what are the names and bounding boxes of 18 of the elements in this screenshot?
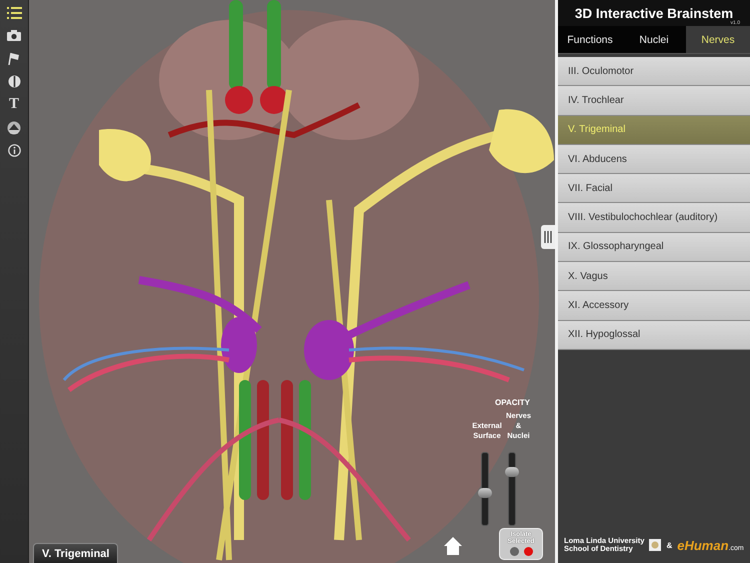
nerve-list-item[interactable]: IX. Glossopharyngeal (558, 232, 750, 262)
brand-logo: eHuman (677, 538, 729, 552)
category-tab[interactable]: Nuclei (622, 26, 686, 53)
nerve-list-item[interactable]: VI. Abducens (558, 144, 750, 174)
text-tool[interactable]: T (3, 96, 25, 113)
category-tab[interactable]: Nerves (686, 26, 750, 53)
nerve-list-item[interactable]: III. Oculomotor (558, 57, 750, 86)
opacity-title: OPACITY (495, 398, 530, 407)
selected-nerve-label: V. Trigeminal (33, 543, 118, 563)
app-title: 3D Interactive Brainstem (574, 6, 734, 20)
nerve-list-item[interactable]: XII. Hypoglossal (558, 320, 750, 350)
nerve-list-item[interactable]: VII. Facial (558, 174, 750, 204)
ampersand: & (666, 540, 672, 550)
nerve-list-item[interactable]: X. Vagus (558, 262, 750, 292)
nerve-list-item[interactable]: XI. Accessory (558, 291, 750, 321)
nerve-list-item[interactable]: IV. Trochlear (558, 86, 750, 116)
category-tab[interactable]: Functions (558, 26, 622, 53)
nerve-list-item[interactable]: VIII. Vestibulochochlear (auditory) (558, 203, 750, 233)
